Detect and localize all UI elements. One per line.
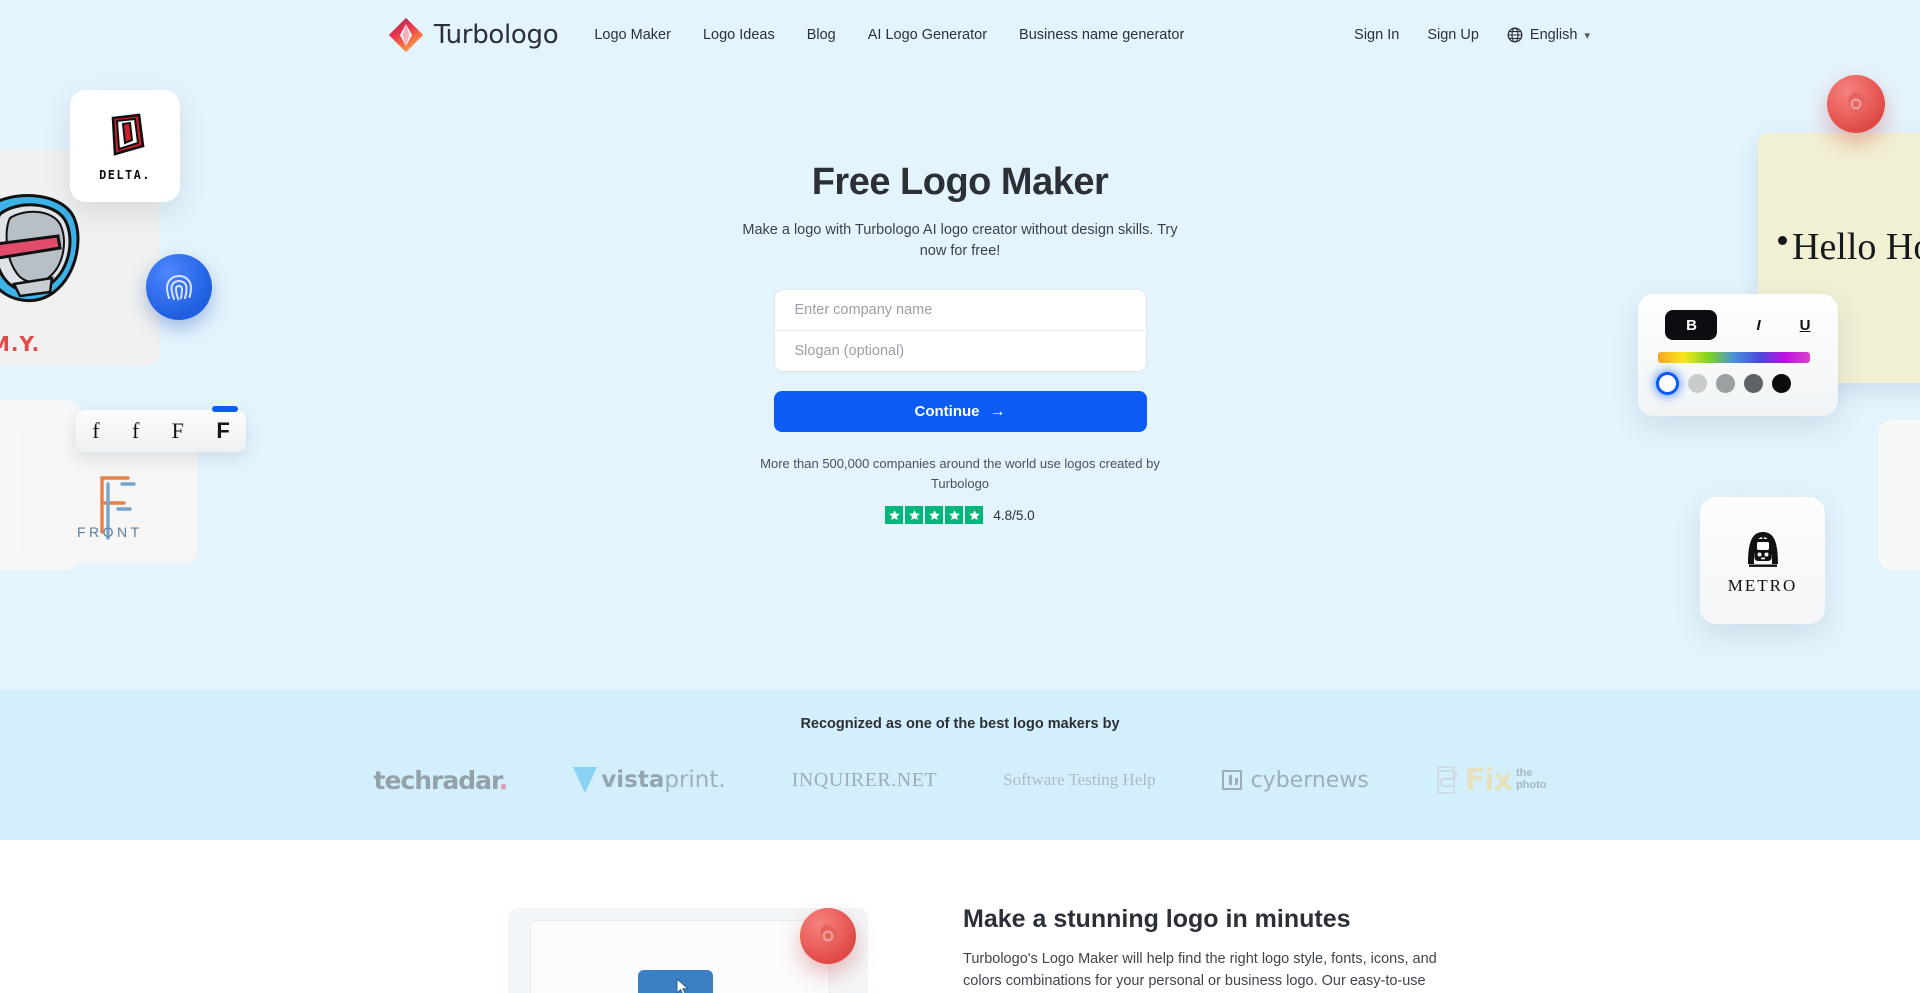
logo-cybernews: cybernews — [1221, 760, 1369, 800]
fingerprint-badge — [146, 254, 212, 320]
logo-techradar: techradar. — [373, 760, 509, 800]
font-selected-indicator — [212, 406, 238, 412]
header-actions: Sign In Sign Up English ▾ — [1354, 27, 1590, 43]
decor-delta-logo-card: DELTA. — [70, 90, 180, 202]
gear-pin-icon-2 — [819, 923, 838, 943]
decor-far-right-card — [1878, 420, 1920, 570]
brand-name: Turbologo — [434, 20, 559, 50]
delta-d-icon — [111, 113, 145, 156]
techradar-dot: . — [498, 765, 508, 795]
text-style-row: B I U — [1638, 310, 1838, 340]
logo-form — [773, 289, 1147, 373]
continue-button[interactable]: Continue → — [773, 391, 1147, 433]
cybernews-mark-icon — [1221, 770, 1242, 790]
star-icon-2 — [905, 506, 924, 525]
fixthephoto-sub-bottom: photo — [1515, 779, 1547, 791]
logo-inquirer-net: INQUIRER.NET — [792, 760, 937, 800]
star-icon-4 — [945, 506, 964, 525]
decor-note-bullet — [1778, 236, 1787, 245]
language-label: English — [1529, 27, 1578, 43]
gear-pin-icon — [1847, 91, 1866, 111]
software-testing-help-label: Software Testing Help — [1003, 770, 1156, 789]
language-selector[interactable]: English ▾ — [1507, 27, 1590, 43]
slogan-input[interactable] — [774, 331, 1146, 372]
front-label: FRONT — [77, 524, 143, 540]
chevron-down-icon: ▾ — [1584, 29, 1590, 42]
hero-subtitle: Make a logo with Turbologo AI logo creat… — [742, 221, 1178, 260]
site-header: Turbologo Logo Maker Logo Ideas Blog AI … — [0, 0, 1920, 70]
vistaprint-label-light: print. — [664, 767, 726, 793]
star-rating — [885, 506, 984, 525]
inquirer-label: INQUIRER.NET — [791, 768, 938, 791]
social-proof-text: More than 500,000 companies around the w… — [760, 456, 1160, 492]
cursor-icon — [676, 978, 690, 993]
decor-note-text: Hello House — [1792, 226, 1920, 268]
italic-button[interactable]: I — [1756, 317, 1760, 334]
hand-icon — [1436, 766, 1457, 794]
globe-icon — [1507, 27, 1523, 43]
text-editor-toolbar-card: B I U — [1638, 294, 1838, 416]
nav-item-logo-maker[interactable]: Logo Maker — [594, 27, 671, 43]
fingerprint-icon — [165, 275, 193, 301]
font-option-3-selected[interactable]: F — [216, 418, 229, 444]
color-swatch-selected[interactable] — [1656, 372, 1679, 395]
turbologo-diamond-icon — [389, 18, 423, 52]
brand-logo[interactable]: Turbologo — [388, 17, 559, 53]
color-swatch-1[interactable] — [1688, 374, 1707, 393]
cybernews-label: cybernews — [1250, 767, 1369, 793]
color-spectrum-slider[interactable] — [1658, 352, 1810, 363]
trustpilot-rating: 4.8/5.0 — [730, 506, 1190, 525]
color-swatch-3[interactable] — [1744, 374, 1763, 393]
color-swatch-row — [1656, 372, 1816, 395]
main-nav: Logo Maker Logo Ideas Blog AI Logo Gener… — [594, 27, 1184, 43]
company-name-input[interactable] — [774, 290, 1146, 331]
recognized-title: Recognized as one of the best logo maker… — [800, 716, 1120, 732]
robot-head-icon — [0, 194, 80, 303]
star-icon-5 — [965, 506, 984, 525]
logo-fixthephoto: Fix the photo — [1435, 760, 1547, 800]
vistaprint-triangle-icon — [573, 767, 598, 793]
font-option-1[interactable]: f — [132, 418, 139, 444]
vistaprint-label-bold: vista — [601, 767, 665, 793]
recognized-logos: techradar. vistaprint. INQUIRER.NET Soft… — [0, 760, 1920, 800]
color-swatch-2[interactable] — [1716, 374, 1735, 393]
font-option-2[interactable]: F — [172, 418, 184, 444]
star-icon-3 — [925, 506, 944, 525]
hero-section: M.Y. DELTA. — [0, 0, 1920, 690]
techradar-label: techradar — [373, 765, 500, 795]
delta-label: DELTA. — [99, 168, 151, 182]
sign-up-link[interactable]: Sign Up — [1427, 27, 1479, 43]
metro-label: METRO — [1727, 575, 1798, 595]
fixthephoto-label: Fix — [1464, 762, 1513, 798]
font-option-0[interactable]: f — [92, 418, 99, 444]
nav-item-blog[interactable]: Blog — [807, 27, 836, 43]
gear-pin-feature — [800, 908, 856, 964]
font-picker[interactable]: f f F F — [76, 406, 246, 452]
page-title: Free Logo Maker — [811, 161, 1109, 203]
nav-item-business-name-generator[interactable]: Business name generator — [1019, 27, 1184, 43]
hero-content: Free Logo Maker Make a logo with Turbolo… — [730, 160, 1190, 525]
features-title: Make a stunning logo in minutes — [963, 905, 1351, 933]
train-icon — [1747, 531, 1778, 567]
underline-button[interactable]: U — [1800, 317, 1811, 334]
gear-pin-top-right — [1827, 75, 1885, 133]
continue-label: Continue — [914, 403, 980, 421]
nav-item-logo-ideas[interactable]: Logo Ideas — [703, 27, 775, 43]
arrow-right-icon: → — [989, 402, 1006, 420]
star-icon-1 — [885, 506, 904, 525]
rating-value: 4.8/5.0 — [993, 507, 1035, 523]
logo-software-testing-help: Software Testing Help — [1003, 760, 1155, 800]
decor-my-label: M.Y. — [0, 332, 41, 356]
nav-item-ai-logo-generator[interactable]: AI Logo Generator — [868, 27, 987, 43]
color-swatch-4[interactable] — [1772, 374, 1791, 393]
features-section — [0, 840, 1920, 993]
logo-vistaprint: vistaprint. — [573, 760, 726, 800]
features-body: Turbologo's Logo Maker will help find th… — [963, 951, 1437, 990]
page-root: M.Y. DELTA. — [0, 0, 1920, 993]
sign-in-link[interactable]: Sign In — [1354, 27, 1399, 43]
bold-button[interactable]: B — [1665, 310, 1718, 340]
decor-metro-logo-card: METRO — [1700, 497, 1825, 624]
